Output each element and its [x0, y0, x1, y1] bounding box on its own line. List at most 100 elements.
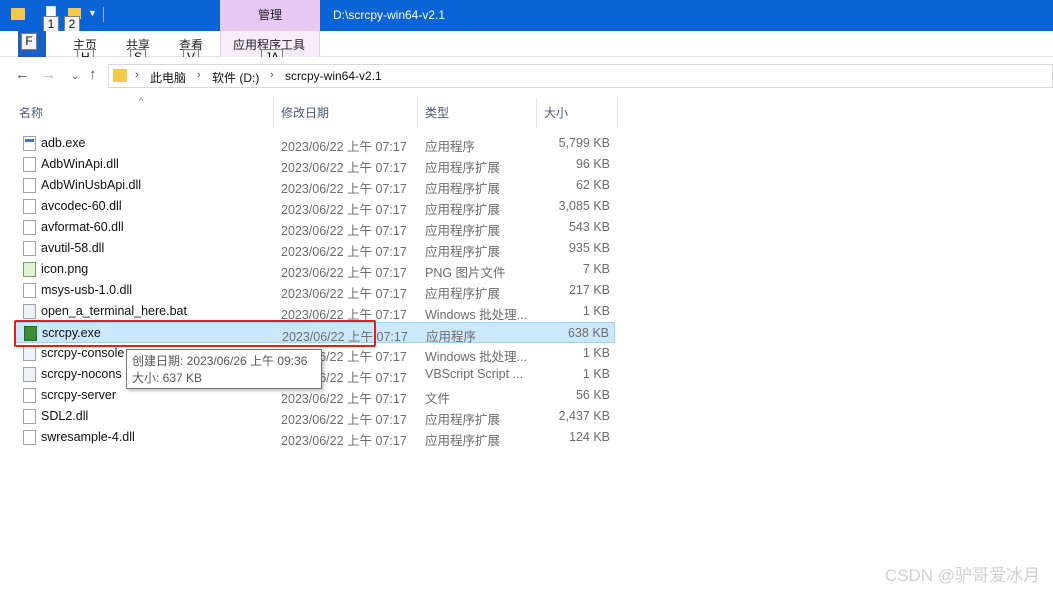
- ribbon-tab-bar: [0, 31, 1053, 57]
- file-size: 7 KB: [582, 262, 610, 276]
- file-modified-date: 2023/06/22 上午 07:17: [281, 413, 407, 427]
- breadcrumb-this-pc[interactable]: 此电脑: [150, 69, 186, 86]
- file-type: PNG 图片文件: [425, 266, 506, 280]
- file-size: 1 KB: [582, 304, 610, 318]
- column-header-date[interactable]: 修改日期: [276, 98, 418, 128]
- context-tab-manage[interactable]: 管理: [220, 0, 320, 31]
- column-header-name[interactable]: 名称: [14, 98, 274, 128]
- file-row[interactable]: avcodec-60.dll 2023/06/22 上午 07:17 应用程序扩展 3…: [14, 196, 615, 217]
- file-type: 应用程序扩展: [425, 434, 501, 448]
- file-size: 56 KB: [575, 388, 610, 402]
- file-modified-date: 2023/06/22 上午 07:17: [281, 161, 407, 175]
- file-type: 应用程序: [425, 140, 476, 154]
- file-modified-date: 2023/06/22 上午 07:17: [281, 140, 407, 154]
- file-row[interactable]: AdbWinUsbApi.dll 2023/06/22 上午 07:17 应用程序扩…: [14, 175, 615, 196]
- file-row[interactable]: open_a_terminal_here.bat 2023/06/22 上午 07…: [14, 301, 615, 322]
- watermark: CSDN @驴哥爱冰月: [884, 566, 1040, 585]
- file-size: 96 KB: [575, 157, 610, 171]
- file-type: Windows 批处理...: [425, 350, 528, 364]
- qat-separator: [103, 7, 104, 22]
- file-modified-date: 2023/06/22 上午 07:17: [281, 203, 407, 217]
- dll-file-icon: [23, 199, 36, 214]
- forward-arrow-icon[interactable]: →: [41, 66, 56, 83]
- folder-icon[interactable]: [11, 8, 25, 20]
- file-name: AdbWinUsbApi.dll: [41, 178, 142, 192]
- file-name: scrcpy-server: [41, 388, 117, 402]
- file-type: 应用程序扩展: [425, 182, 501, 196]
- file-name: AdbWinApi.dll: [41, 157, 119, 171]
- file-size: 217 KB: [568, 283, 610, 297]
- file-type: 应用程序扩展: [425, 245, 501, 259]
- file-type: 应用程序扩展: [425, 224, 501, 238]
- generic-file-icon: [23, 388, 36, 403]
- folder-icon: [113, 69, 127, 82]
- file-name: msys-usb-1.0.dll: [41, 283, 132, 297]
- dll-file-icon: [23, 430, 36, 445]
- file-row[interactable]: msys-usb-1.0.dll 2023/06/22 上午 07:17 应用程序扩…: [14, 280, 615, 301]
- tooltip-created-date: 创建日期: 2023/06/26 上午 09:36: [132, 354, 308, 368]
- file-name: scrcpy-console: [41, 346, 125, 360]
- dll-file-icon: [23, 178, 36, 193]
- dll-file-icon: [23, 283, 36, 298]
- file-size: 124 KB: [568, 430, 610, 444]
- file-type: VBScript Script ...: [425, 367, 523, 381]
- file-name: SDL2.dll: [41, 409, 89, 423]
- file-name: swresample-4.dll: [41, 430, 135, 444]
- file-name: avutil-58.dll: [41, 241, 105, 255]
- column-header-type[interactable]: 类型: [420, 98, 537, 128]
- dll-file-icon: [23, 409, 36, 424]
- file-size: 3,085 KB: [558, 199, 610, 213]
- file-row[interactable]: swresample-4.dll 2023/06/22 上午 07:17 应用程序扩…: [14, 427, 615, 448]
- file-name: scrcpy-nocons: [41, 367, 122, 381]
- column-header-size[interactable]: 大小: [539, 98, 618, 128]
- title-bar: [0, 0, 1053, 31]
- file-size: 543 KB: [568, 220, 610, 234]
- file-name: icon.png: [41, 262, 89, 276]
- file-size: 2,437 KB: [558, 409, 610, 423]
- file-size: 638 KB: [567, 326, 609, 340]
- file-modified-date: 2023/06/22 上午 07:17: [281, 434, 407, 448]
- png-file-icon: [23, 262, 36, 277]
- file-type: 应用程序扩展: [425, 287, 501, 301]
- file-modified-date: 2023/06/22 上午 07:17: [281, 182, 407, 196]
- file-type: 应用程序扩展: [425, 413, 501, 427]
- file-tooltip: 创建日期: 2023/06/26 上午 09:36 大小: 637 KB: [126, 349, 322, 389]
- file-row[interactable]: AdbWinApi.dll 2023/06/22 上午 07:17 应用程序扩展 96…: [14, 154, 615, 175]
- file-size: 1 KB: [582, 346, 610, 360]
- file-row[interactable]: SDL2.dll 2023/06/22 上午 07:17 应用程序扩展 2,437 K…: [14, 406, 615, 427]
- file-size: 62 KB: [575, 178, 610, 192]
- file-type: 应用程序扩展: [425, 161, 501, 175]
- recent-locations-chevron-icon[interactable]: ⌄: [71, 71, 79, 82]
- file-modified-date: 2023/06/22 上午 07:17: [281, 392, 407, 406]
- keytip-file: F: [21, 33, 37, 50]
- file-size: 1 KB: [582, 367, 610, 381]
- chevron-right-icon[interactable]: ›: [270, 69, 274, 81]
- tooltip-size: 大小: 637 KB: [132, 371, 203, 385]
- breadcrumb-drive-d[interactable]: 软件 (D:): [212, 69, 259, 86]
- dll-file-icon: [23, 220, 36, 235]
- file-size: 5,799 KB: [558, 136, 610, 150]
- vbs-file-icon: [23, 367, 36, 382]
- file-name: open_a_terminal_here.bat: [41, 304, 187, 318]
- file-modified-date: 2023/06/22 上午 07:17: [281, 287, 407, 301]
- back-arrow-icon[interactable]: ←: [15, 66, 30, 83]
- window-title: D:\scrcpy-win64-v2.1: [333, 8, 446, 22]
- exe-file-icon: [23, 136, 36, 151]
- chevron-right-icon[interactable]: ›: [135, 69, 139, 81]
- highlight-annotation: [14, 320, 376, 347]
- dll-file-icon: [23, 157, 36, 172]
- file-name: avformat-60.dll: [41, 220, 124, 234]
- bat-file-icon: [23, 346, 36, 361]
- breadcrumb-scrcpy-folder[interactable]: scrcpy-win64-v2.1: [285, 69, 382, 83]
- file-row[interactable]: avutil-58.dll 2023/06/22 上午 07:17 应用程序扩展 93…: [14, 238, 615, 259]
- file-type: 文件: [425, 392, 451, 406]
- file-row[interactable]: adb.exe 2023/06/22 上午 07:17 应用程序 5,799 KB: [14, 133, 615, 154]
- customize-qat-dropdown-icon[interactable]: ▼: [88, 8, 97, 18]
- file-row[interactable]: avformat-60.dll 2023/06/22 上午 07:17 应用程序扩展…: [14, 217, 615, 238]
- dll-file-icon: [23, 241, 36, 256]
- chevron-right-icon[interactable]: ›: [197, 69, 201, 81]
- file-modified-date: 2023/06/22 上午 07:17: [281, 266, 407, 280]
- file-type: Windows 批处理...: [425, 308, 528, 322]
- file-row[interactable]: icon.png 2023/06/22 上午 07:17 PNG 图片文件 7 KB: [14, 259, 615, 280]
- up-arrow-icon[interactable]: ↑: [89, 66, 97, 83]
